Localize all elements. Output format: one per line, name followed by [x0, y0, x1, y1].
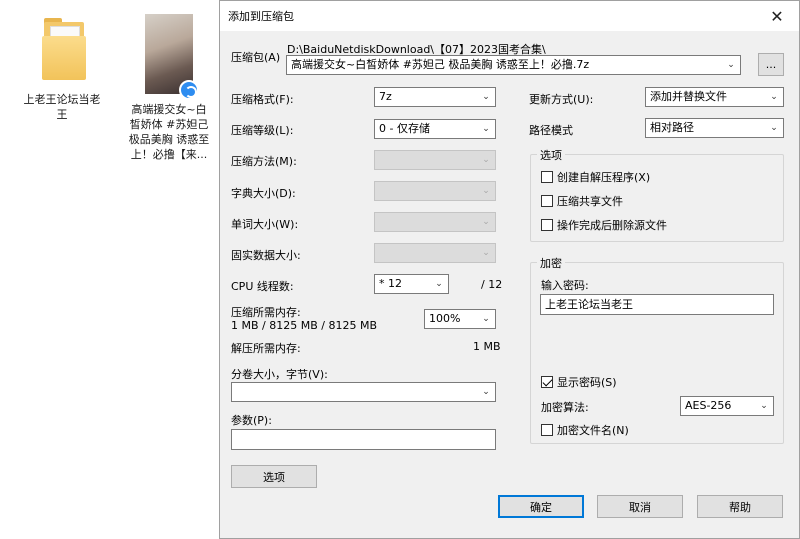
archive-label: 压缩包(A): [231, 51, 281, 64]
mem-comp-value: 1 MB / 8125 MB / 8125 MB: [231, 319, 377, 332]
archive-name-value: 高端援交女~白皙娇体 #苏妲己 极品美胸 诱惑至上！必撸.7z: [291, 58, 590, 71]
delete-source-checkbox[interactable]: 操作完成后删除源文件: [541, 217, 667, 233]
chevron-down-icon: ⌄: [760, 401, 768, 411]
split-label: 分卷大小，字节(V):: [231, 368, 328, 381]
path-mode-label: 路径模式: [529, 124, 573, 137]
cpu-total: / 12: [481, 278, 503, 291]
word-combo[interactable]: ⌄: [374, 212, 496, 232]
chevron-down-icon: ⌄: [770, 92, 778, 102]
format-value: 7z: [379, 90, 392, 103]
desktop-video-file[interactable]: 高端援交女~白皙娇体 #苏妲己 极品美胸 诱惑至上！必撸【来...: [126, 14, 212, 162]
level-combo[interactable]: 0 - 仅存储 ⌄: [374, 119, 496, 139]
shared-checkbox[interactable]: 压缩共享文件: [541, 193, 623, 209]
show-password-checkbox-label: 显示密码(S): [557, 376, 617, 389]
format-label: 压缩格式(F):: [231, 93, 294, 106]
shared-checkbox-label: 压缩共享文件: [557, 195, 623, 208]
word-label: 单词大小(W):: [231, 218, 299, 231]
password-input[interactable]: 上老王论坛当老王: [540, 294, 774, 315]
encrypt-method-value: AES-256: [685, 399, 732, 412]
delete-source-checkbox-box: [541, 219, 553, 231]
encrypt-method-combo[interactable]: AES-256 ⌄: [680, 396, 774, 416]
desktop-folder-icon[interactable]: 上老王论坛当老王: [20, 14, 104, 122]
show-password-checkbox[interactable]: 显示密码(S): [541, 374, 617, 390]
folder-icon: [38, 14, 86, 84]
dict-label: 字典大小(D):: [231, 187, 296, 200]
chevron-down-icon: ⌄: [482, 217, 490, 227]
chevron-down-icon: ⌄: [482, 92, 490, 102]
path-mode-value: 相对路径: [650, 121, 694, 134]
close-icon[interactable]: ✕: [755, 1, 799, 31]
encryption-group: 加密 输入密码: 上老王论坛当老王 显示密码(S) 加密算法: AES-256 …: [530, 255, 784, 444]
mem-percent-value: 100%: [429, 312, 461, 325]
options-button[interactable]: 选项: [231, 465, 317, 488]
params-label: 参数(P):: [231, 414, 272, 427]
ok-button[interactable]: 确定: [498, 495, 584, 518]
format-combo[interactable]: 7z ⌄: [374, 87, 496, 107]
level-label: 压缩等级(L):: [231, 124, 294, 137]
shared-checkbox-box: [541, 195, 553, 207]
encrypt-method-label: 加密算法:: [541, 401, 589, 414]
cpu-combo[interactable]: * 12 ⌄: [374, 274, 449, 294]
mem-comp-label: 压缩所需内存:: [231, 306, 301, 319]
chevron-down-icon: ⌄: [482, 124, 490, 134]
encrypt-names-checkbox-box: [541, 424, 553, 436]
chevron-down-icon: ⌄: [727, 60, 735, 70]
solid-label: 固实数据大小:: [231, 249, 301, 262]
mem-decomp-label: 解压所需内存:: [231, 342, 301, 355]
video-thumbnail-icon: [145, 14, 199, 100]
method-label: 压缩方法(M):: [231, 155, 297, 168]
encrypt-names-checkbox-label: 加密文件名(N): [557, 424, 629, 437]
cancel-button[interactable]: 取消: [597, 495, 683, 518]
sync-badge-icon: [179, 80, 199, 100]
chevron-down-icon: ⌄: [770, 123, 778, 133]
cpu-value: * 12: [379, 277, 402, 290]
delete-source-checkbox-label: 操作完成后删除源文件: [557, 219, 667, 232]
browse-button[interactable]: ...: [758, 53, 784, 76]
chevron-down-icon: ⌄: [482, 248, 490, 258]
video-file-label: 高端援交女~白皙娇体 #苏妲己 极品美胸 诱惑至上！必撸【来...: [128, 103, 210, 161]
encryption-group-title: 加密: [537, 255, 565, 271]
sfx-checkbox[interactable]: 创建自解压程序(X): [541, 169, 650, 185]
chevron-down-icon: ⌄: [435, 279, 443, 289]
level-value: 0 - 仅存储: [379, 122, 430, 135]
update-value: 添加并替换文件: [650, 90, 727, 103]
chevron-down-icon: ⌄: [482, 314, 490, 324]
help-button[interactable]: 帮助: [697, 495, 783, 518]
update-label: 更新方式(U):: [529, 93, 594, 106]
cpu-label: CPU 线程数:: [231, 280, 294, 293]
chevron-down-icon: ⌄: [482, 186, 490, 196]
params-input[interactable]: [231, 429, 496, 450]
chevron-down-icon: ⌄: [482, 155, 490, 165]
password-label: 输入密码:: [541, 279, 589, 292]
sfx-checkbox-label: 创建自解压程序(X): [557, 171, 651, 184]
add-to-archive-dialog: 添加到压缩包 ✕ 压缩包(A) D:\BaiduNetdiskDownload\…: [219, 0, 800, 539]
options-group: 选项 创建自解压程序(X) 压缩共享文件 操作完成后删除源文件: [530, 147, 784, 242]
encrypt-names-checkbox[interactable]: 加密文件名(N): [541, 422, 629, 438]
dict-combo[interactable]: ⌄: [374, 181, 496, 201]
solid-combo[interactable]: ⌄: [374, 243, 496, 263]
folder-label: 上老王论坛当老王: [23, 93, 101, 121]
update-combo[interactable]: 添加并替换文件 ⌄: [645, 87, 784, 107]
show-password-checkbox-box: [541, 376, 553, 388]
sfx-checkbox-box: [541, 171, 553, 183]
path-mode-combo[interactable]: 相对路径 ⌄: [645, 118, 784, 138]
dialog-title: 添加到压缩包: [228, 10, 294, 23]
method-combo[interactable]: ⌄: [374, 150, 496, 170]
archive-name-combo[interactable]: 高端援交女~白皙娇体 #苏妲己 极品美胸 诱惑至上！必撸.7z ⌄: [286, 55, 741, 75]
chevron-down-icon: ⌄: [482, 387, 490, 397]
split-combo[interactable]: ⌄: [231, 382, 496, 402]
mem-decomp-value: 1 MB: [473, 340, 501, 353]
dialog-titlebar: 添加到压缩包: [220, 1, 799, 31]
options-group-title: 选项: [537, 147, 565, 163]
mem-percent-combo[interactable]: 100% ⌄: [424, 309, 496, 329]
